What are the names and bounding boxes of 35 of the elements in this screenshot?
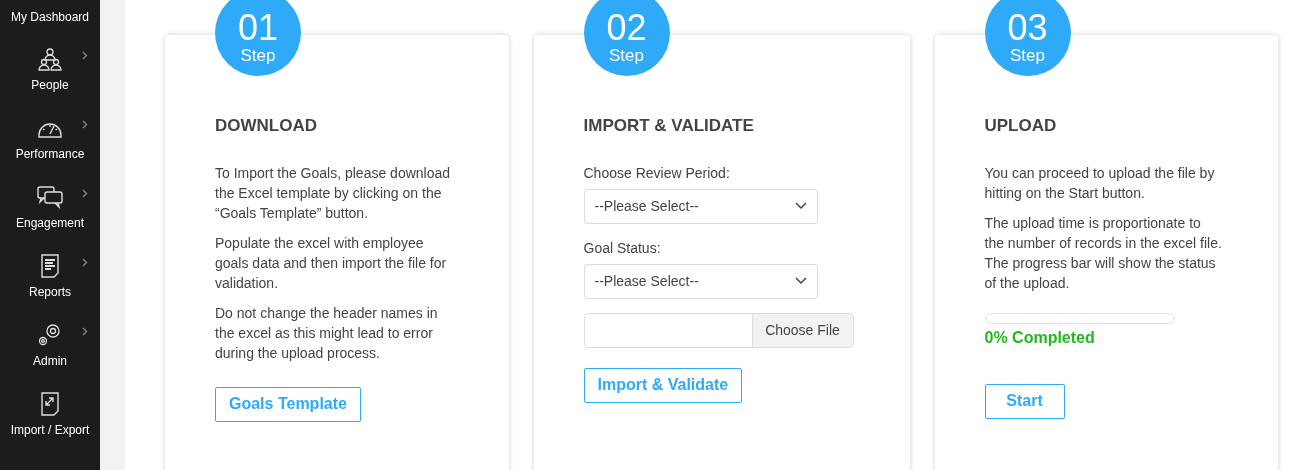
step-number: 01	[237, 10, 278, 46]
import-export-icon	[39, 391, 61, 417]
step-label: Step	[1010, 46, 1045, 66]
sidebar-item[interactable]: Engagement	[0, 174, 100, 243]
select-field[interactable]: --Please Select--	[583, 188, 818, 224]
step-title: IMPORT & VALIDATE	[583, 115, 755, 137]
sidebar-item[interactable]: People	[0, 36, 100, 105]
sidebar-item[interactable]: Admin	[0, 312, 100, 381]
chevron-icon	[794, 202, 807, 210]
step-number: 02	[606, 10, 647, 46]
step-label: Step	[609, 46, 644, 66]
select-field[interactable]: --Please Select--	[583, 263, 818, 299]
paragraph: Populate the excel with employee goals data and then import the file for validation.	[215, 233, 448, 293]
paragraph: You can proceed to upload the file by hitting on the Start button.	[984, 163, 1216, 203]
paragraph: The upload time is proportionate to the number of records in the excel file. The progress bar will show the status of the upload.	[984, 213, 1222, 293]
chevron-icon	[794, 277, 807, 285]
choose-file-button[interactable]: Choose File	[751, 313, 853, 347]
step-title: DOWNLOAD	[215, 115, 318, 137]
gears-icon	[37, 322, 63, 348]
step-number: 03	[1007, 10, 1048, 46]
file-input[interactable]: Choose File	[583, 312, 854, 348]
step-label: Step	[240, 46, 276, 66]
progress-text: 0% Completed	[984, 327, 1096, 348]
chat-icon	[36, 184, 64, 210]
dashboard-link[interactable]: My Dashboard	[10, 8, 89, 26]
paragraph: To Import the Goals, please download the Excel template by clicking on the “Goals Template” button.	[215, 163, 452, 223]
people-icon	[37, 46, 63, 72]
report-icon	[39, 253, 61, 279]
field-label: Goal Status:	[583, 238, 662, 258]
sidebar-item[interactable]: Reports	[0, 243, 100, 312]
sidebar-item[interactable]: Performance	[0, 105, 100, 174]
paragraph: Do not change the header names in the excel as this might lead to error during the upload process.	[215, 303, 439, 363]
field-label: Choose Review Period:	[583, 163, 731, 183]
sidebar-item[interactable]: Import / Export	[0, 381, 100, 450]
step-title: UPLOAD	[984, 115, 1058, 137]
